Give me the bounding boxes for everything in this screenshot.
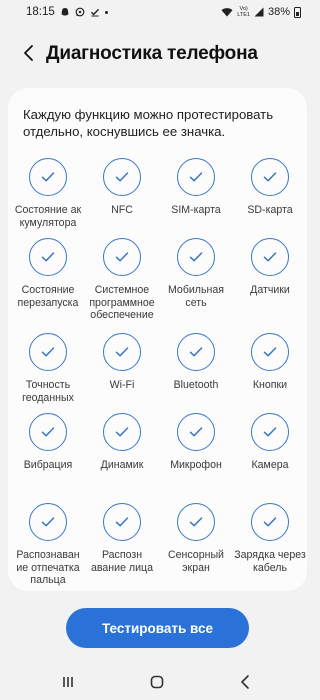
battery-percent: 38% <box>267 6 290 18</box>
check-circle-icon <box>177 238 215 276</box>
battery-icon <box>294 6 301 18</box>
check-circle-icon <box>177 158 215 196</box>
check-circle-icon <box>177 503 215 541</box>
test-item-label: Динамик <box>100 459 144 471</box>
test-item-label: Wi-Fi <box>109 379 135 391</box>
test-item[interactable]: Датчики <box>233 238 307 297</box>
check-icon <box>90 8 99 17</box>
whatsapp-icon <box>75 7 85 17</box>
check-circle-icon <box>29 503 67 541</box>
test-item-label: NFC <box>111 204 133 216</box>
test-item-label: Кнопки <box>252 379 288 391</box>
check-circle-icon <box>103 413 141 451</box>
test-grid: Состояние ак кумулятора NFC SIM-карта SD-ка… <box>8 88 307 591</box>
test-item[interactable]: SIM-карта <box>159 158 233 217</box>
test-item[interactable]: Зарядка через кабель <box>233 503 307 574</box>
test-item-label: Мобильная сеть <box>167 284 224 309</box>
check-circle-icon <box>177 333 215 371</box>
recent-apps-icon[interactable] <box>56 670 80 694</box>
check-circle-icon <box>103 503 141 541</box>
test-item-label: Микрофон <box>170 459 222 471</box>
check-circle-icon <box>29 238 67 276</box>
test-item[interactable]: Вибрация <box>11 413 85 472</box>
check-circle-icon <box>103 333 141 371</box>
test-all-button[interactable]: Тестировать все <box>66 608 249 648</box>
back-icon[interactable] <box>234 670 258 694</box>
wifi-icon <box>221 8 233 17</box>
test-item[interactable]: Системное программное обеспечение <box>85 238 159 322</box>
status-bar: 18:15 Vo) LTE1 38% <box>0 0 315 24</box>
test-item[interactable]: Состояние перезапуска <box>11 238 85 309</box>
test-item[interactable]: Кнопки <box>233 333 307 392</box>
status-left: 18:15 <box>26 6 108 18</box>
test-item[interactable]: Bluetooth <box>159 333 233 392</box>
test-item[interactable]: Распозн авание лица <box>85 503 159 574</box>
test-item-label: Распозн авание лица <box>91 549 153 574</box>
network-type: Vo) LTE1 <box>237 6 250 18</box>
status-right: Vo) LTE1 38% <box>221 6 301 18</box>
check-circle-icon <box>251 413 289 451</box>
test-item[interactable]: SD-карта <box>233 158 307 217</box>
check-circle-icon <box>29 413 67 451</box>
test-item-label: Датчики <box>250 284 290 296</box>
check-circle-icon <box>29 333 67 371</box>
test-item-label: Камера <box>251 459 289 471</box>
check-circle-icon <box>103 238 141 276</box>
test-item-label: Состояние ак кумулятора <box>14 204 82 229</box>
check-circle-icon <box>177 413 215 451</box>
test-item-label: SIM-карта <box>171 204 221 216</box>
page-title: Диагностика телефона <box>46 43 258 64</box>
test-item[interactable]: Состояние ак кумулятора <box>11 158 85 229</box>
test-item[interactable]: Точность геоданных <box>11 333 85 404</box>
test-item-label: Распознаван ие отпечатка пальца <box>16 549 80 586</box>
test-item-label: Системное программное обеспечение <box>89 284 155 321</box>
diagnostics-card: Каждую функцию можно протестировать отде… <box>8 88 307 591</box>
home-icon[interactable] <box>145 670 169 694</box>
status-time: 18:15 <box>26 6 55 18</box>
check-circle-icon <box>29 158 67 196</box>
test-item-label: Bluetooth <box>173 379 219 391</box>
check-circle-icon <box>251 333 289 371</box>
check-circle-icon <box>251 503 289 541</box>
test-item-label: Зарядка через кабель <box>234 549 306 574</box>
header: Диагностика телефона <box>0 32 315 76</box>
check-circle-icon <box>103 158 141 196</box>
test-item-label: SD-карта <box>247 204 293 216</box>
test-item[interactable]: NFC <box>85 158 159 217</box>
test-item[interactable]: Камера <box>233 413 307 472</box>
snapchat-ghost-icon <box>60 8 69 16</box>
check-circle-icon <box>251 238 289 276</box>
dot-icon <box>104 10 108 14</box>
signal-icon <box>254 7 264 17</box>
test-item[interactable]: Сенсорный экран <box>159 503 233 574</box>
test-item[interactable]: Динамик <box>85 413 159 472</box>
test-item[interactable]: Микрофон <box>159 413 233 472</box>
chevron-left-icon[interactable] <box>18 42 40 64</box>
navigation-bar <box>0 666 315 700</box>
test-item-label: Вибрация <box>23 459 73 471</box>
test-item[interactable]: Wi-Fi <box>85 333 159 392</box>
test-item-label: Сенсорный экран <box>168 549 224 574</box>
test-item[interactable]: Распознаван ие отпечатка пальца <box>11 503 85 587</box>
test-item-label: Состояние перезапуска <box>17 284 79 309</box>
check-circle-icon <box>251 158 289 196</box>
test-item-label: Точность геоданных <box>22 379 74 404</box>
test-item[interactable]: Мобильная сеть <box>159 238 233 309</box>
